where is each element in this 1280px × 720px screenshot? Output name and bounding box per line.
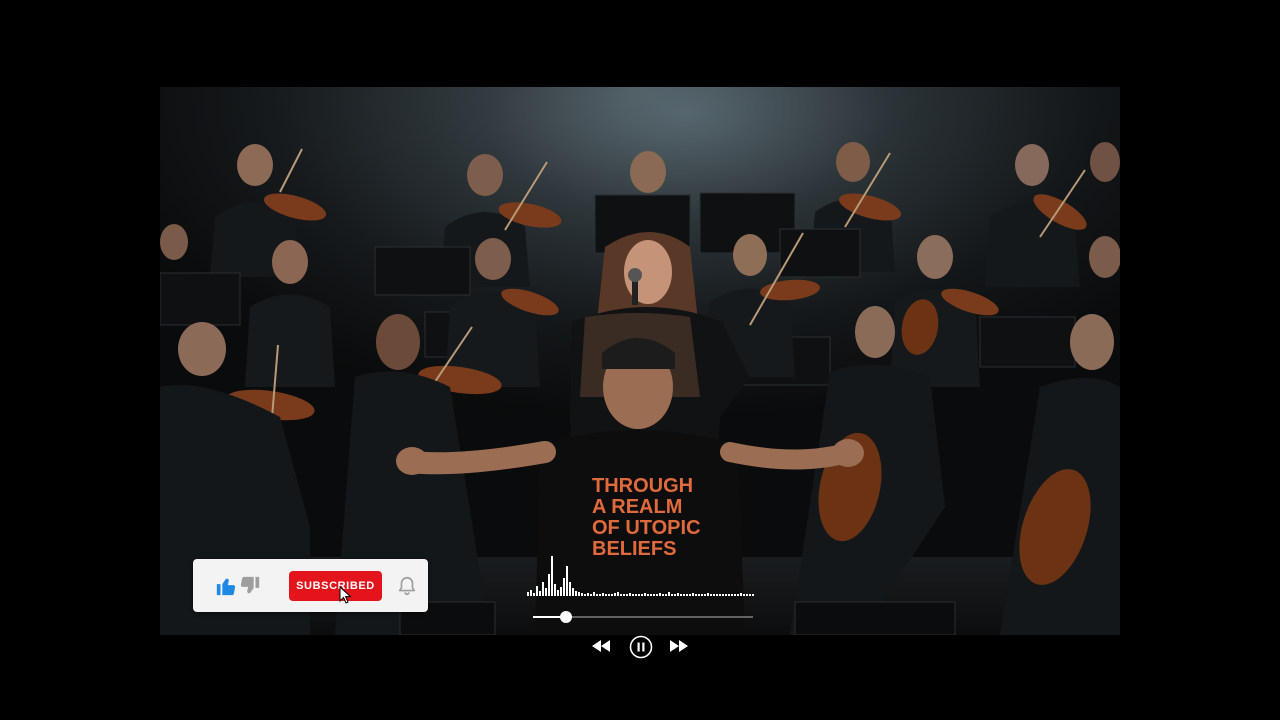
waveform-bar	[572, 588, 574, 596]
waveform-bar	[638, 594, 640, 596]
waveform-bar	[656, 594, 658, 596]
waveform-bar	[671, 594, 673, 596]
waveform-bar	[536, 586, 538, 596]
waveform-bar	[740, 593, 742, 596]
waveform-bar	[626, 594, 628, 596]
waveform-bar	[680, 594, 682, 596]
waveform-bar	[578, 592, 580, 596]
waveform-bar	[614, 593, 616, 596]
waveform-bar	[719, 594, 721, 596]
waveform-bar	[527, 592, 529, 596]
waveform-bar	[575, 591, 577, 596]
shirt-text-line-1: THROUGH	[592, 475, 693, 497]
waveform-bar	[563, 578, 565, 596]
waveform-bar	[635, 594, 637, 596]
waveform-bar	[701, 594, 703, 596]
waveform-bar	[629, 593, 631, 596]
waveform-bar	[743, 594, 745, 596]
rewind-icon[interactable]	[591, 639, 611, 653]
waveform-bar	[752, 594, 754, 596]
waveform-bar	[542, 582, 544, 596]
waveform-bar	[668, 592, 670, 596]
waveform-bar	[650, 594, 652, 596]
waveform-bar	[704, 594, 706, 596]
audio-waveform	[527, 556, 754, 596]
waveform-bar	[725, 594, 727, 596]
waveform-bar	[581, 593, 583, 596]
thumbs-down-icon[interactable]	[239, 575, 261, 597]
seek-handle[interactable]	[560, 611, 572, 623]
waveform-bar	[569, 582, 571, 596]
waveform-bar	[734, 594, 736, 596]
waveform-bar	[554, 584, 556, 596]
waveform-bar	[722, 594, 724, 596]
subscribe-card: SUBSCRIBED	[193, 559, 428, 612]
waveform-bar	[533, 593, 535, 596]
waveform-bar	[593, 592, 595, 596]
waveform-bar	[566, 566, 568, 596]
waveform-bar	[611, 594, 613, 596]
waveform-bar	[623, 594, 625, 596]
waveform-bar	[632, 594, 634, 596]
fast-forward-icon[interactable]	[669, 639, 689, 653]
waveform-bar	[605, 594, 607, 596]
waveform-bar	[746, 594, 748, 596]
waveform-bar	[539, 591, 541, 596]
waveform-bar	[698, 594, 700, 596]
waveform-bar	[599, 594, 601, 596]
shirt-text-line-2: A REALM	[592, 496, 682, 518]
waveform-bar	[659, 593, 661, 596]
waveform-bar	[728, 594, 730, 596]
waveform-bar	[602, 593, 604, 596]
waveform-bar	[587, 593, 589, 596]
waveform-bar	[530, 590, 532, 596]
waveform-bar	[608, 594, 610, 596]
waveform-bar	[584, 594, 586, 596]
waveform-bar	[692, 593, 694, 596]
waveform-bar	[674, 594, 676, 596]
waveform-bar	[749, 594, 751, 596]
waveform-bar	[689, 594, 691, 596]
waveform-bar	[620, 594, 622, 596]
notification-bell-icon[interactable]	[396, 575, 418, 597]
seek-bar[interactable]	[533, 611, 753, 623]
waveform-bar	[647, 594, 649, 596]
waveform-bar	[590, 594, 592, 596]
waveform-bar	[617, 592, 619, 596]
waveform-bar	[731, 594, 733, 596]
waveform-bar	[683, 594, 685, 596]
subscribe-button[interactable]: SUBSCRIBED	[289, 571, 382, 601]
waveform-bar	[677, 593, 679, 596]
waveform-bar	[596, 594, 598, 596]
waveform-bar	[695, 594, 697, 596]
waveform-bar	[545, 588, 547, 596]
waveform-bar	[557, 590, 559, 596]
waveform-bar	[707, 593, 709, 596]
waveform-bar	[548, 574, 550, 596]
waveform-bar	[551, 556, 553, 596]
waveform-bar	[713, 594, 715, 596]
waveform-bar	[665, 594, 667, 596]
pause-icon	[637, 642, 640, 652]
waveform-bar	[641, 594, 643, 596]
waveform-bar	[662, 594, 664, 596]
waveform-bar	[653, 594, 655, 596]
waveform-bar	[716, 594, 718, 596]
video-player: THROUGH A REALM OF UTOPIC BELIEFS SUBSCR…	[0, 0, 1280, 720]
waveform-bar	[560, 587, 562, 596]
waveform-bar	[737, 594, 739, 596]
waveform-bar	[686, 594, 688, 596]
pause-button[interactable]	[629, 635, 653, 659]
waveform-bar	[644, 593, 646, 596]
waveform-bar	[710, 594, 712, 596]
thumbs-up-icon[interactable]	[215, 575, 237, 597]
